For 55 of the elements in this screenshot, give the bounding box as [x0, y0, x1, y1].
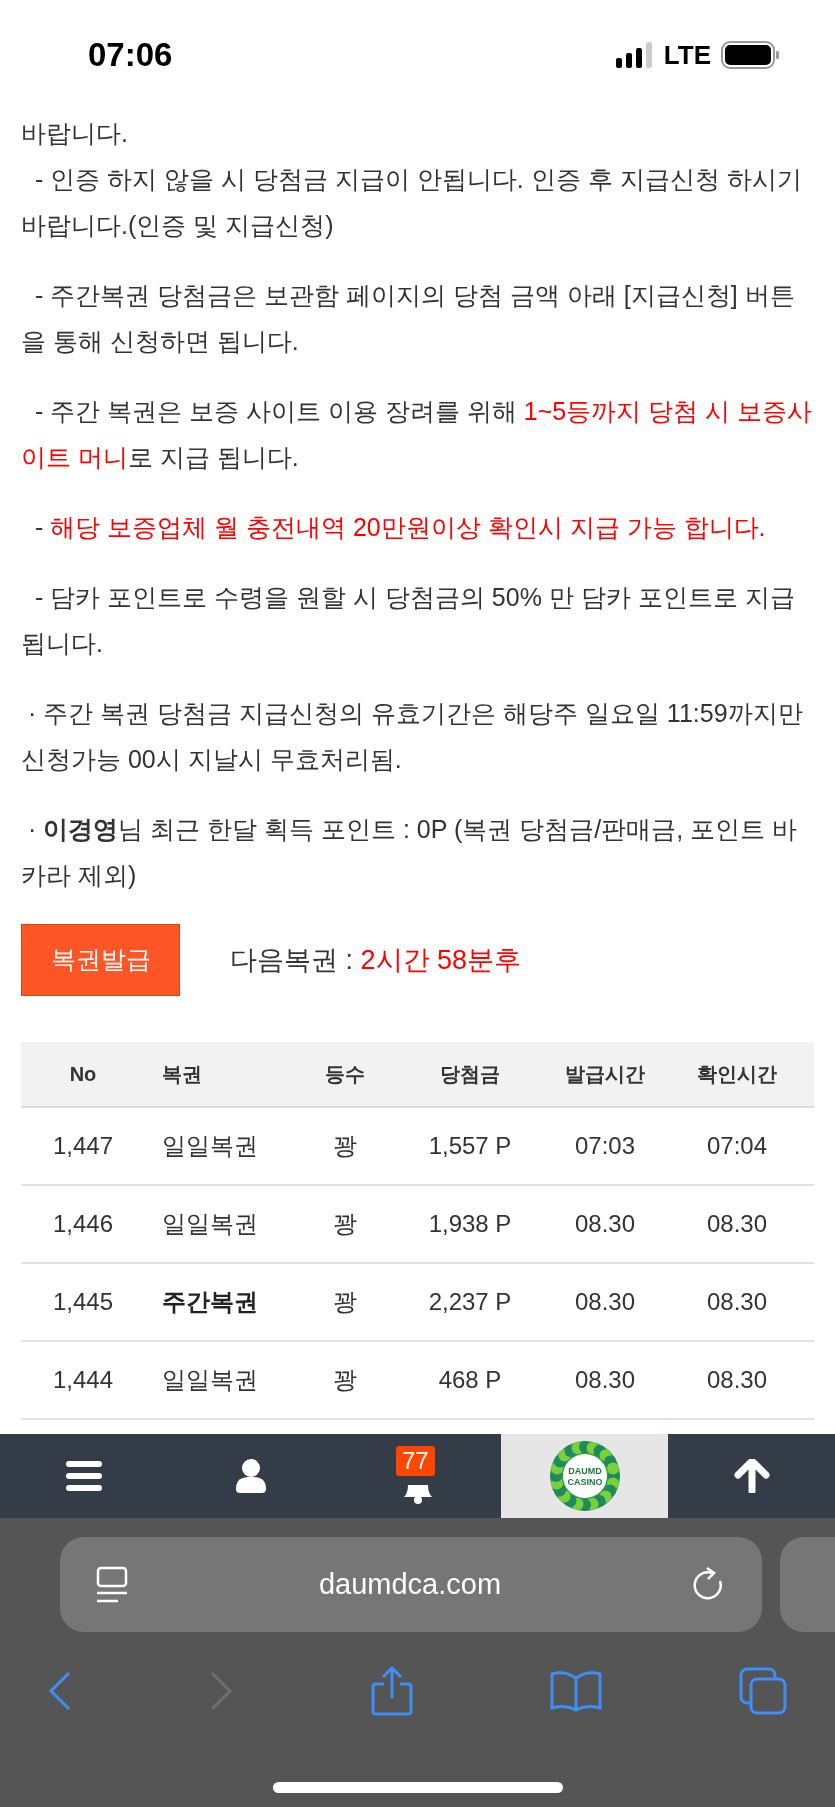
table-cell-text: 1,445 [51, 1287, 115, 1317]
column-header: 발급시간 [564, 1062, 646, 1087]
status-time: 07:06 [88, 35, 173, 76]
menu-icon[interactable] [65, 1461, 102, 1491]
network-label: LTE [663, 38, 711, 72]
reader-icon[interactable] [96, 1565, 128, 1604]
table-cell-text: 08.30 [573, 1365, 637, 1395]
table-cell-text: 주간복권 [161, 1287, 259, 1317]
bookmarks-icon[interactable] [549, 1670, 602, 1712]
issue-lottery-button[interactable]: 복권발급 [21, 924, 180, 996]
address-bar[interactable]: daumdca.com [60, 1537, 762, 1632]
table-cell-text: 1,938 P [427, 1209, 513, 1239]
signal-icon [615, 42, 654, 68]
table-cell-text: 07:04 [705, 1131, 769, 1161]
scroll-up-icon[interactable] [733, 1459, 770, 1493]
table-cell-text: 1,447 [51, 1131, 115, 1161]
notice-paragraph: - 주간 복권은 보증 사이트 이용 장려를 위해 1~5등까지 당첨 시 보증사이트 머니 로 지급 됩니다. [21, 396, 814, 473]
notice-paragraph: · 이경영님 최근 한달 획득 포인트 : 0P (복권 당첨금/판매금, 포인트 바카라 제외) [21, 814, 798, 891]
table-cell-text: 07:03 [573, 1131, 637, 1161]
table-cell-text: 08.30 [705, 1287, 769, 1317]
table-cell-text: 468 P [437, 1365, 503, 1395]
battery-icon [721, 41, 779, 69]
table-cell-text: 꽝 [332, 1365, 358, 1395]
table-cell-text: 일일복권 [161, 1365, 259, 1395]
casino-logo[interactable]: DAUMD CASINO [548, 1440, 621, 1512]
column-header: 등수 [324, 1062, 366, 1087]
table-cell-text: 꽝 [332, 1131, 358, 1161]
table-cell-text: 08.30 [573, 1209, 637, 1239]
notice-paragraph: 바랍니다. - 인증 하지 않을 시 당첨금 지급이 안됩니다. 인증 후 지급신청 하시기 바랍니다.(인증 및 지급신청) [21, 118, 803, 241]
notice-paragraph: · 주간 복권 당첨금 지급신청의 유효기간은 해당주 일요일 11:59까지만 신청가능 00시 지날시 무효처리됨. [21, 698, 804, 775]
column-header: 당첨금 [439, 1062, 501, 1087]
tabs-icon[interactable] [739, 1667, 787, 1715]
table-cell-text: 일일복권 [161, 1209, 259, 1239]
table-cell-text: 꽝 [332, 1209, 358, 1239]
table-cell-text: 1,557 P [427, 1131, 513, 1161]
table-cell-text: 08.30 [705, 1365, 769, 1395]
table-cell-text: 2,237 P [427, 1287, 513, 1317]
column-header: No [68, 1062, 98, 1087]
notice-paragraph: - 해당 보증업체 월 충전내역 20만원이상 확인시 지급 가능 합니다. [33, 512, 767, 543]
table-cell-text: 1,446 [51, 1209, 115, 1239]
column-header: 복권 [161, 1062, 203, 1087]
table-cell-text: 08.30 [705, 1209, 769, 1239]
notice-paragraph: - 주간복권 당첨금은 보관함 페이지의 당첨 금액 아래 [지급신청] 버튼을 통해 신청하면 됩니다. [21, 280, 796, 357]
next-lottery-text: 다음복권 : 2시간 58분후 [230, 943, 522, 977]
share-icon[interactable] [370, 1666, 413, 1716]
table-cell-text: 1,444 [51, 1365, 115, 1395]
table-cell-text: 꽝 [332, 1287, 358, 1317]
table-cell-text: 08.30 [573, 1287, 637, 1317]
notification-badge: 77 [396, 1446, 435, 1476]
table-cell-text: 일일복권 [161, 1131, 259, 1161]
url-text: daumdca.com [317, 1566, 503, 1602]
user-icon[interactable] [235, 1459, 266, 1493]
notice-paragraph: - 담카 포인트로 수령을 원할 시 당첨금의 50% 만 담카 포인트로 지급 됩니다. [21, 582, 796, 659]
column-header: 확인시간 [696, 1062, 778, 1087]
back-icon[interactable] [48, 1671, 72, 1711]
